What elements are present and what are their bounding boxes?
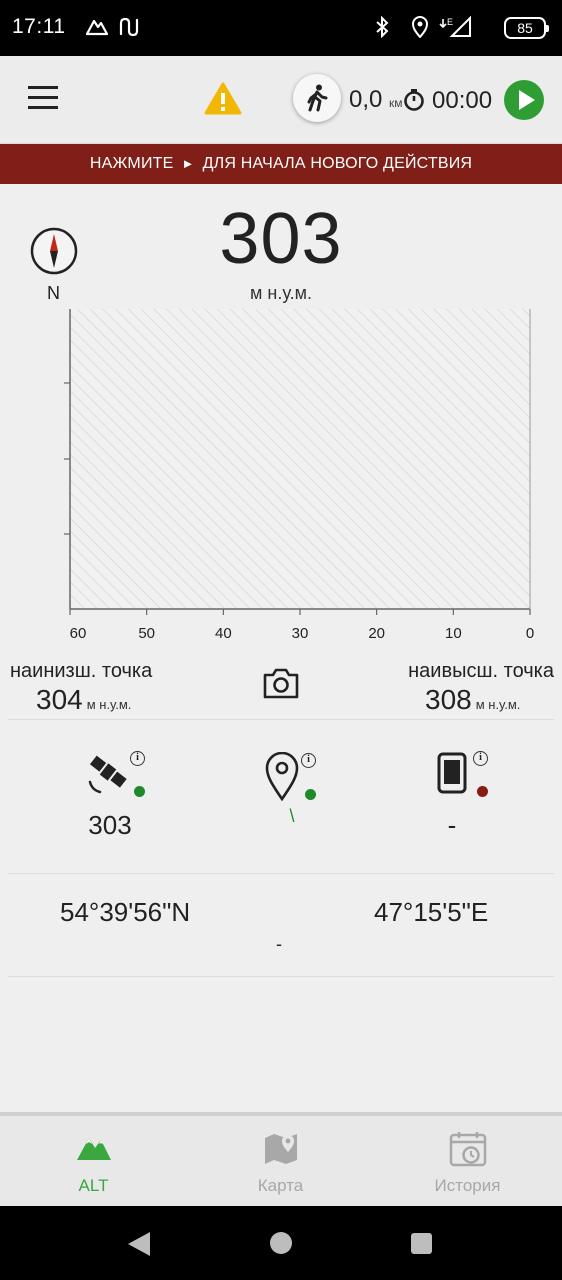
divider [8,719,554,720]
menu-icon-bar [28,96,58,99]
chart-x-tick-label: 60 [70,625,87,642]
current-altitude: 303 [219,199,343,279]
device-status-dot [477,786,488,797]
tab-history[interactable]: История [374,1116,561,1206]
divider [8,873,554,874]
bluetooth-icon [376,16,389,38]
status-time: 17:11 [12,15,66,38]
chart-x-tick-label: 40 [215,625,232,642]
system-navigation-bar [0,1206,562,1280]
highest-point-value: 308 м н.у.м. [425,684,520,716]
distance-value: 0,0 [349,86,383,113]
camera-icon[interactable] [262,666,300,700]
app-toolbar: 0,0 км 00:00 [0,56,562,144]
location-status-dot [305,789,316,800]
svg-text:E: E [447,17,453,27]
device-info-icon[interactable]: i [473,751,488,766]
recent-apps-button[interactable] [411,1233,432,1254]
gps-status-dot [134,786,145,797]
mountain-icon [86,19,108,36]
chart-x-tick-label: 30 [292,625,309,642]
start-activity-banner[interactable]: НАЖМИТЕ ► ДЛЯ НАЧАЛА НОВОГО ДЕЙСТВИЯ [0,144,562,184]
tab-history-label: История [434,1176,501,1195]
highest-point-label: наивысш. точка [408,660,554,682]
smartphone-icon[interactable] [436,751,468,795]
warning-icon[interactable] [204,82,242,116]
longitude-value: 47°15'5"E [374,897,489,927]
altitude-unit: м н.у.м. [250,283,312,303]
satellite-icon[interactable] [86,752,130,796]
banner-play-symbol: ► [181,156,195,171]
map-icon [265,1134,297,1164]
chart-x-tick-label: 50 [138,625,155,642]
menu-icon [28,86,58,89]
altitude-chart: 60 50 40 30 20 10 0 [64,309,534,642]
divider [8,976,554,977]
lowest-point-number: 304 [36,684,83,715]
bottom-navigation: ALT Карта История [0,1112,562,1206]
gps-altitude-value: 303 [88,810,132,840]
tab-map[interactable]: Карта [187,1116,374,1206]
location-pin-icon[interactable] [264,752,300,802]
menu-button[interactable] [28,86,60,112]
banner-prefix: НАЖМИТЕ [89,155,174,172]
location-info-icon[interactable]: i [301,753,316,768]
route-icon [119,17,139,37]
start-activity-button[interactable] [504,80,544,120]
back-button[interactable] [128,1232,150,1256]
menu-icon-bar [28,106,58,109]
battery-indicator: 85 [504,17,549,39]
device-altitude-value: - [447,810,457,840]
mountains-icon [77,1138,111,1160]
chart-x-tick-label: 0 [526,625,534,642]
gps-info-icon[interactable]: i [130,751,145,766]
lowest-point-unit: м н.у.м. [86,697,132,712]
chart-x-tick-label: 20 [368,625,385,642]
activity-type-button[interactable] [293,74,341,122]
coordinates-extra: - [276,934,282,954]
location-altitude-value: \ [289,806,295,826]
distance-unit: км [389,96,403,110]
tab-map-label: Карта [257,1176,304,1195]
calendar-history-icon [449,1132,487,1167]
highest-point-number: 308 [425,684,472,715]
timer-readout: 00:00 [432,87,493,114]
highest-point-unit: м н.у.м. [475,697,521,712]
banner-text: ДЛЯ НАЧАЛА НОВОГО ДЕЙСТВИЯ [202,155,473,172]
lowest-point-label: наинизш. точка [10,660,153,682]
stopwatch-icon [404,89,424,111]
tab-alt[interactable]: ALT [0,1116,187,1206]
status-bar: 17:11 E 85 [0,0,562,56]
walking-icon [307,84,328,112]
latitude-value: 54°39'56"N [60,897,191,927]
home-button[interactable] [270,1232,292,1254]
chart-x-tick-label: 10 [445,625,462,642]
lowest-point-value: 304 м н.у.м. [36,684,131,716]
location-icon [411,16,429,38]
signal-icon: E [439,16,471,37]
chart-plot-area [70,309,530,609]
tab-alt-label: ALT [78,1176,109,1195]
distance-readout: 0,0 км [349,86,403,114]
